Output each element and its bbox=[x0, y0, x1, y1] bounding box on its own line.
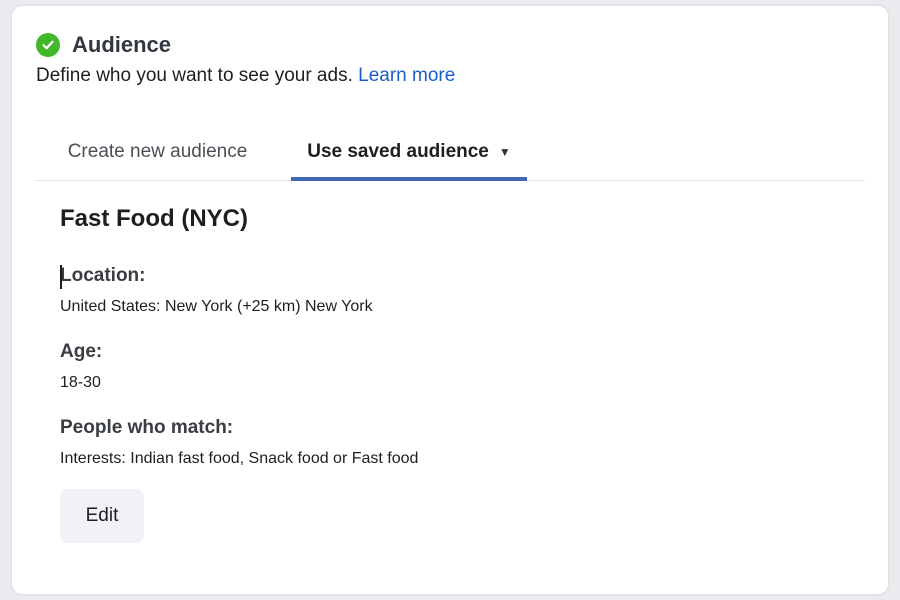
caret-down-icon: ▼ bbox=[498, 145, 511, 159]
section-title: Audience bbox=[72, 32, 172, 57]
audience-tabs: Create new audience Use saved audience ▼ bbox=[36, 124, 865, 181]
section-description: Define who you want to see your ads. Lea… bbox=[36, 65, 455, 87]
people-who-match-value: Interests: Indian fast food, Snack food … bbox=[60, 450, 419, 467]
age-value: 18-30 bbox=[60, 374, 101, 391]
location-label-text: Location: bbox=[60, 265, 146, 286]
tab-label: Create new audience bbox=[67, 141, 248, 162]
age-label: Age: bbox=[60, 341, 103, 362]
audience-card: Audience Define who you want to see your… bbox=[12, 6, 888, 594]
learn-more-link[interactable]: Learn more bbox=[358, 65, 455, 86]
text-cursor bbox=[60, 265, 62, 289]
tab-use-saved-audience[interactable]: Use saved audience ▼ bbox=[291, 124, 527, 181]
audience-name: Fast Food (NYC) bbox=[60, 205, 248, 232]
check-circle-icon bbox=[36, 33, 60, 57]
location-label: Location: bbox=[60, 263, 840, 289]
checkmark-glyph bbox=[42, 40, 54, 50]
edit-button[interactable]: Edit bbox=[60, 489, 144, 543]
audience-header: Audience Define who you want to see your… bbox=[36, 32, 455, 87]
title-row: Audience bbox=[36, 32, 455, 58]
location-value: United States: New York (+25 km) New Yor… bbox=[60, 298, 373, 315]
description-text: Define who you want to see your ads. bbox=[36, 65, 353, 86]
tab-create-new-audience[interactable]: Create new audience bbox=[36, 124, 279, 180]
people-who-match-label: People who match: bbox=[60, 417, 234, 438]
tab-label: Use saved audience bbox=[307, 141, 489, 162]
saved-audience-details: Fast Food (NYC) Location: United States:… bbox=[60, 202, 840, 543]
